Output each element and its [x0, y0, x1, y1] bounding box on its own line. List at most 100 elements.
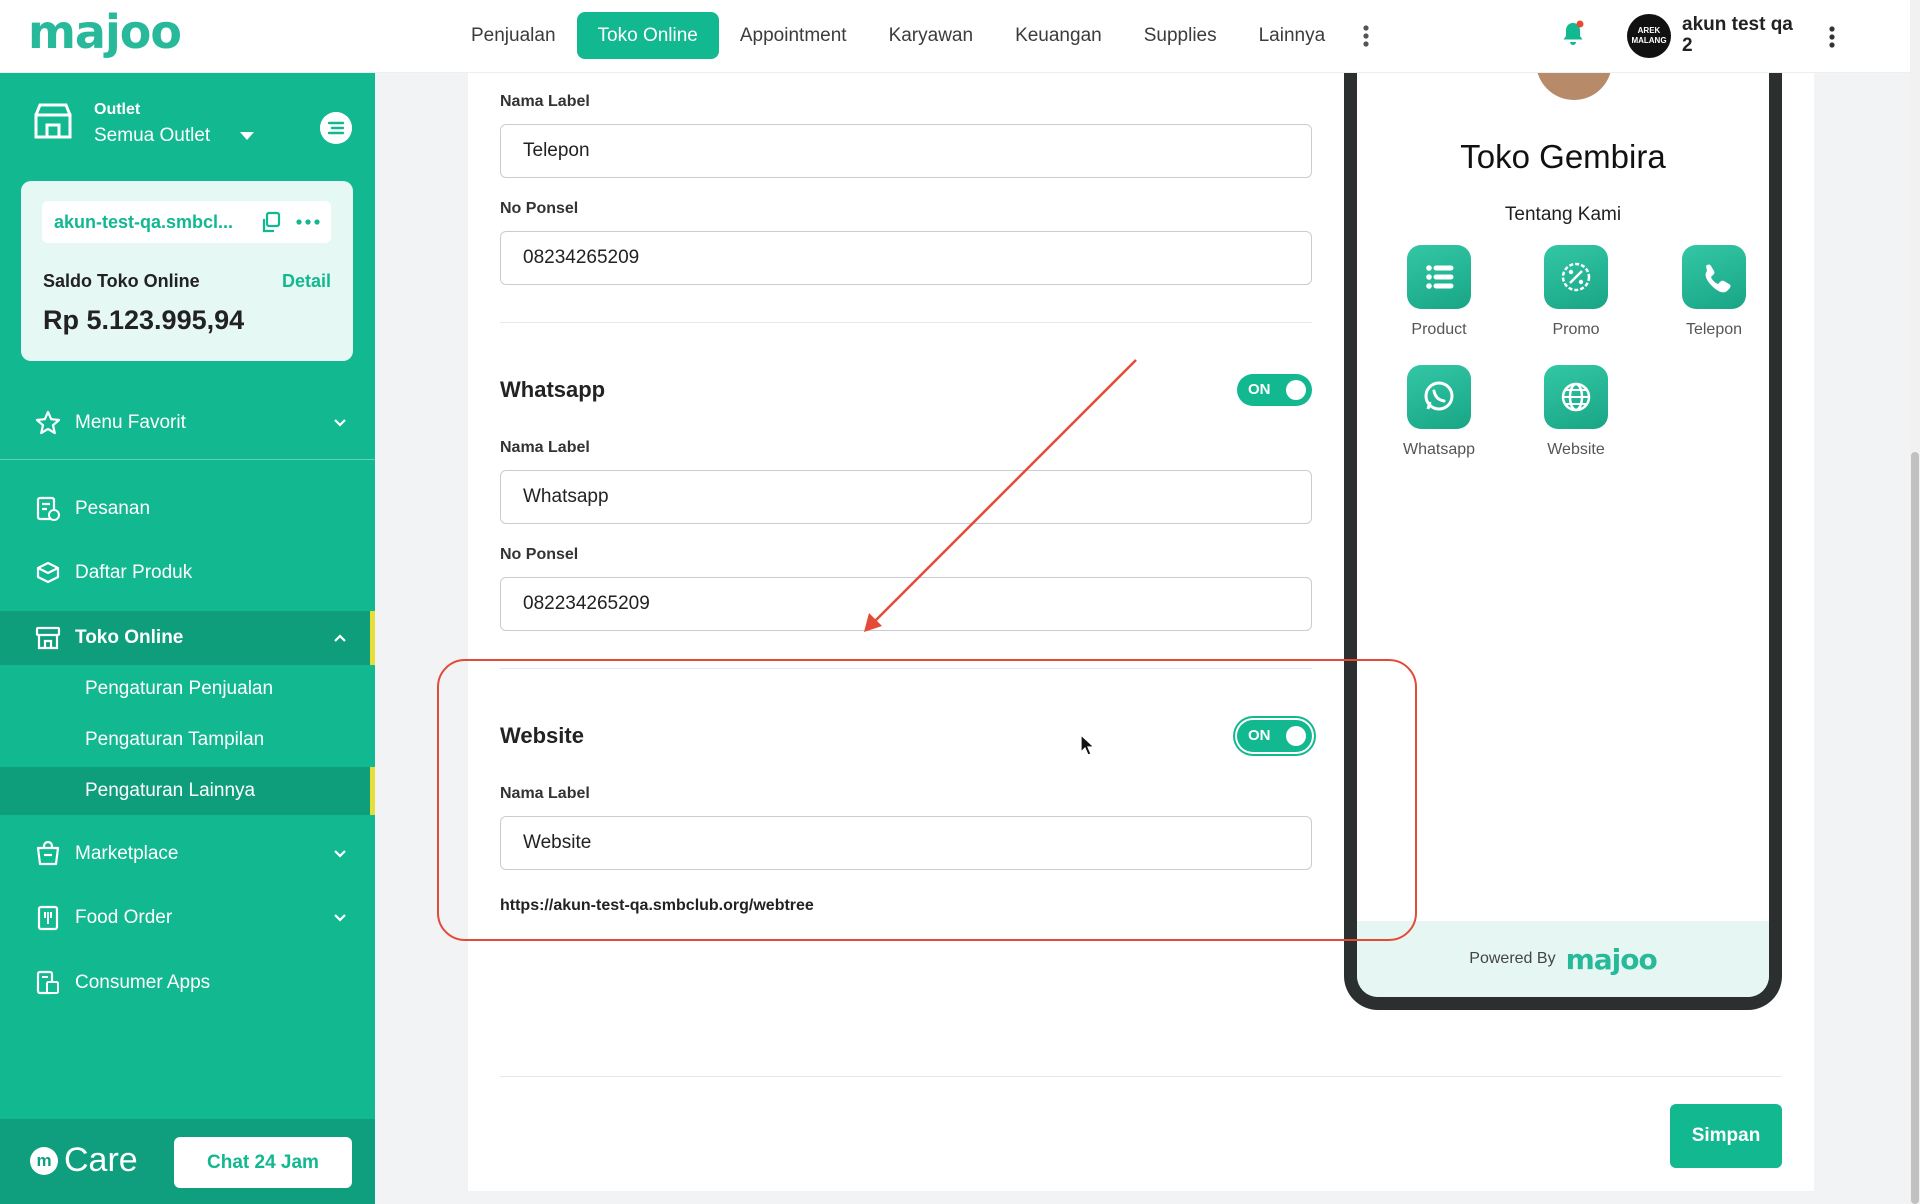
preview-about-link[interactable]: Tentang Kami — [1357, 204, 1769, 226]
footer-divider — [500, 1076, 1782, 1077]
whatsapp-toggle[interactable]: ON — [1237, 374, 1312, 406]
whatsapp-phone-input[interactable]: 082234265209 — [500, 577, 1312, 631]
preview-app-website[interactable]: Website — [1521, 365, 1631, 459]
nav-appointment[interactable]: Appointment — [719, 12, 868, 59]
preview-app-promo[interactable]: Promo — [1521, 245, 1631, 339]
toggle-knob — [1286, 380, 1306, 400]
telepon-phone-caption: No Ponsel — [500, 200, 579, 217]
sidebar-item-label: Menu Favorit — [75, 412, 186, 433]
mouse-cursor-icon — [1080, 734, 1096, 756]
saldo-value: Rp 5.123.995,94 — [43, 305, 245, 335]
more-horizontal-icon[interactable] — [296, 219, 320, 225]
telepon-phone-input[interactable]: 08234265209 — [500, 231, 1312, 285]
sidebar-item-menu-favorit[interactable]: Menu Favorit — [0, 393, 375, 453]
preview-app-whatsapp[interactable]: Whatsapp — [1384, 365, 1494, 459]
outlet-selector[interactable]: Outlet Semua Outlet — [32, 95, 362, 155]
nav-penjualan[interactable]: Penjualan — [450, 12, 577, 59]
sidebar-item-label: Pesanan — [75, 498, 151, 519]
care-label: Care — [64, 1141, 138, 1179]
caret-down-icon — [240, 132, 255, 140]
powered-by-logo: majoo — [1565, 942, 1658, 976]
outlet-value-text: Semua Outlet — [94, 125, 211, 146]
sidebar-item-label: Consumer Apps — [75, 972, 211, 993]
order-icon — [36, 496, 60, 521]
user-name[interactable]: akun test qa 2 — [1682, 14, 1802, 56]
nav-supplies[interactable]: Supplies — [1123, 12, 1238, 59]
sidebar-subitem-label: Pengaturan Penjualan — [85, 678, 274, 699]
preview-store-name: Toko Gembira — [1460, 138, 1666, 175]
whatsapp-label-caption: Nama Label — [500, 439, 590, 456]
nav-keuangan[interactable]: Keuangan — [994, 12, 1123, 59]
active-indicator — [370, 611, 375, 665]
powered-by-text: Powered By — [1469, 950, 1556, 967]
globe-icon — [1544, 365, 1608, 429]
sidebar: Outlet Semua Outlet akun-test-qa.smbcl..… — [0, 73, 375, 1204]
care-m-icon: m — [30, 1146, 58, 1175]
section-divider — [500, 322, 1312, 323]
account-menu-icon[interactable] — [1822, 22, 1842, 52]
sidebar-subitem-label: Pengaturan Lainnya — [85, 780, 256, 801]
sidebar-item-label: Marketplace — [75, 843, 179, 864]
preview-app-product[interactable]: Product — [1384, 245, 1494, 339]
majoo-logo[interactable]: majoo — [28, 9, 182, 55]
whatsapp-label-input[interactable]: Whatsapp — [500, 470, 1312, 524]
sidebar-item-toko-online[interactable]: Toko Online — [0, 611, 375, 665]
active-indicator — [370, 767, 375, 815]
chat-24-jam-button[interactable]: Chat 24 Jam — [174, 1137, 352, 1188]
saldo-detail-link[interactable]: Detail — [282, 271, 331, 292]
preview-app-label: Website — [1547, 441, 1605, 458]
sidebar-item-daftar-produk[interactable]: Daftar Produk — [0, 543, 375, 603]
avatar[interactable]: AREK MALANG — [1627, 14, 1671, 58]
preview-app-label: Promo — [1552, 321, 1600, 338]
outlet-label: Outlet — [94, 101, 141, 118]
online-store-icon — [35, 626, 61, 650]
sidebar-item-marketplace[interactable]: Marketplace — [0, 824, 375, 884]
whatsapp-section-title: Whatsapp — [500, 377, 606, 402]
preview-app-label: Telepon — [1685, 321, 1743, 338]
sidebar-item-food-order[interactable]: Food Order — [0, 888, 375, 948]
preview-app-label: Product — [1411, 321, 1467, 338]
chevron-down-icon — [334, 850, 346, 858]
notification-bell-icon[interactable] — [1560, 20, 1586, 48]
food-order-icon — [37, 905, 59, 931]
consumer-apps-icon — [36, 970, 59, 995]
telepon-label-input[interactable]: Telepon — [500, 124, 1312, 178]
nav-toko-online[interactable]: Toko Online — [576, 12, 719, 59]
nav-karyawan[interactable]: Karyawan — [868, 12, 995, 59]
sidebar-collapse-icon[interactable] — [320, 112, 352, 144]
sidebar-item-label: Toko Online — [75, 627, 184, 648]
preview-app-telepon[interactable]: Telepon — [1659, 245, 1769, 339]
sidebar-item-consumer-apps[interactable]: Consumer Apps — [0, 953, 375, 1013]
sidebar-subitem-pengaturan-penjualan[interactable]: Pengaturan Penjualan — [0, 665, 375, 713]
toggle-state: ON — [1248, 381, 1271, 398]
main-nav: Penjualan Toko Online Appointment Karyaw… — [450, 12, 1376, 59]
powered-by-footer: Powered By majoo — [1357, 921, 1769, 997]
scrollbar-thumb[interactable] — [1911, 452, 1919, 1204]
chevron-up-icon — [334, 634, 346, 642]
more-vertical-icon[interactable] — [1356, 21, 1376, 51]
sidebar-item-pesanan[interactable]: Pesanan — [0, 479, 375, 539]
store-icon — [34, 103, 72, 139]
sidebar-subitem-pengaturan-tampilan[interactable]: Pengaturan Tampilan — [0, 716, 375, 764]
whatsapp-phone-caption: No Ponsel — [500, 546, 579, 563]
majoo-care-logo: m Care — [30, 1141, 138, 1180]
copy-icon[interactable] — [260, 211, 282, 233]
save-button[interactable]: Simpan — [1670, 1104, 1782, 1168]
balance-card: akun-test-qa.smbcl... Saldo Toko Online … — [21, 181, 353, 361]
telepon-label-caption: Nama Label — [500, 93, 590, 110]
sidebar-divider — [0, 459, 375, 460]
star-icon — [35, 410, 61, 435]
store-domain[interactable]: akun-test-qa.smbcl... — [54, 212, 233, 233]
sidebar-subitem-pengaturan-lainnya[interactable]: Pengaturan Lainnya — [0, 767, 375, 815]
annotation-highlight-box — [437, 659, 1417, 941]
chevron-down-icon — [334, 419, 346, 427]
whatsapp-icon — [1407, 365, 1471, 429]
care-bar: m Care Chat 24 Jam — [0, 1119, 375, 1204]
list-icon — [1407, 245, 1471, 309]
sidebar-item-label: Daftar Produk — [75, 562, 193, 583]
top-bar: majoo Penjualan Toko Online Appointment … — [0, 0, 1910, 73]
box-icon — [36, 561, 60, 584]
nav-lainnya[interactable]: Lainnya — [1238, 12, 1347, 59]
saldo-label: Saldo Toko Online — [43, 271, 200, 291]
promo-icon — [1544, 245, 1608, 309]
